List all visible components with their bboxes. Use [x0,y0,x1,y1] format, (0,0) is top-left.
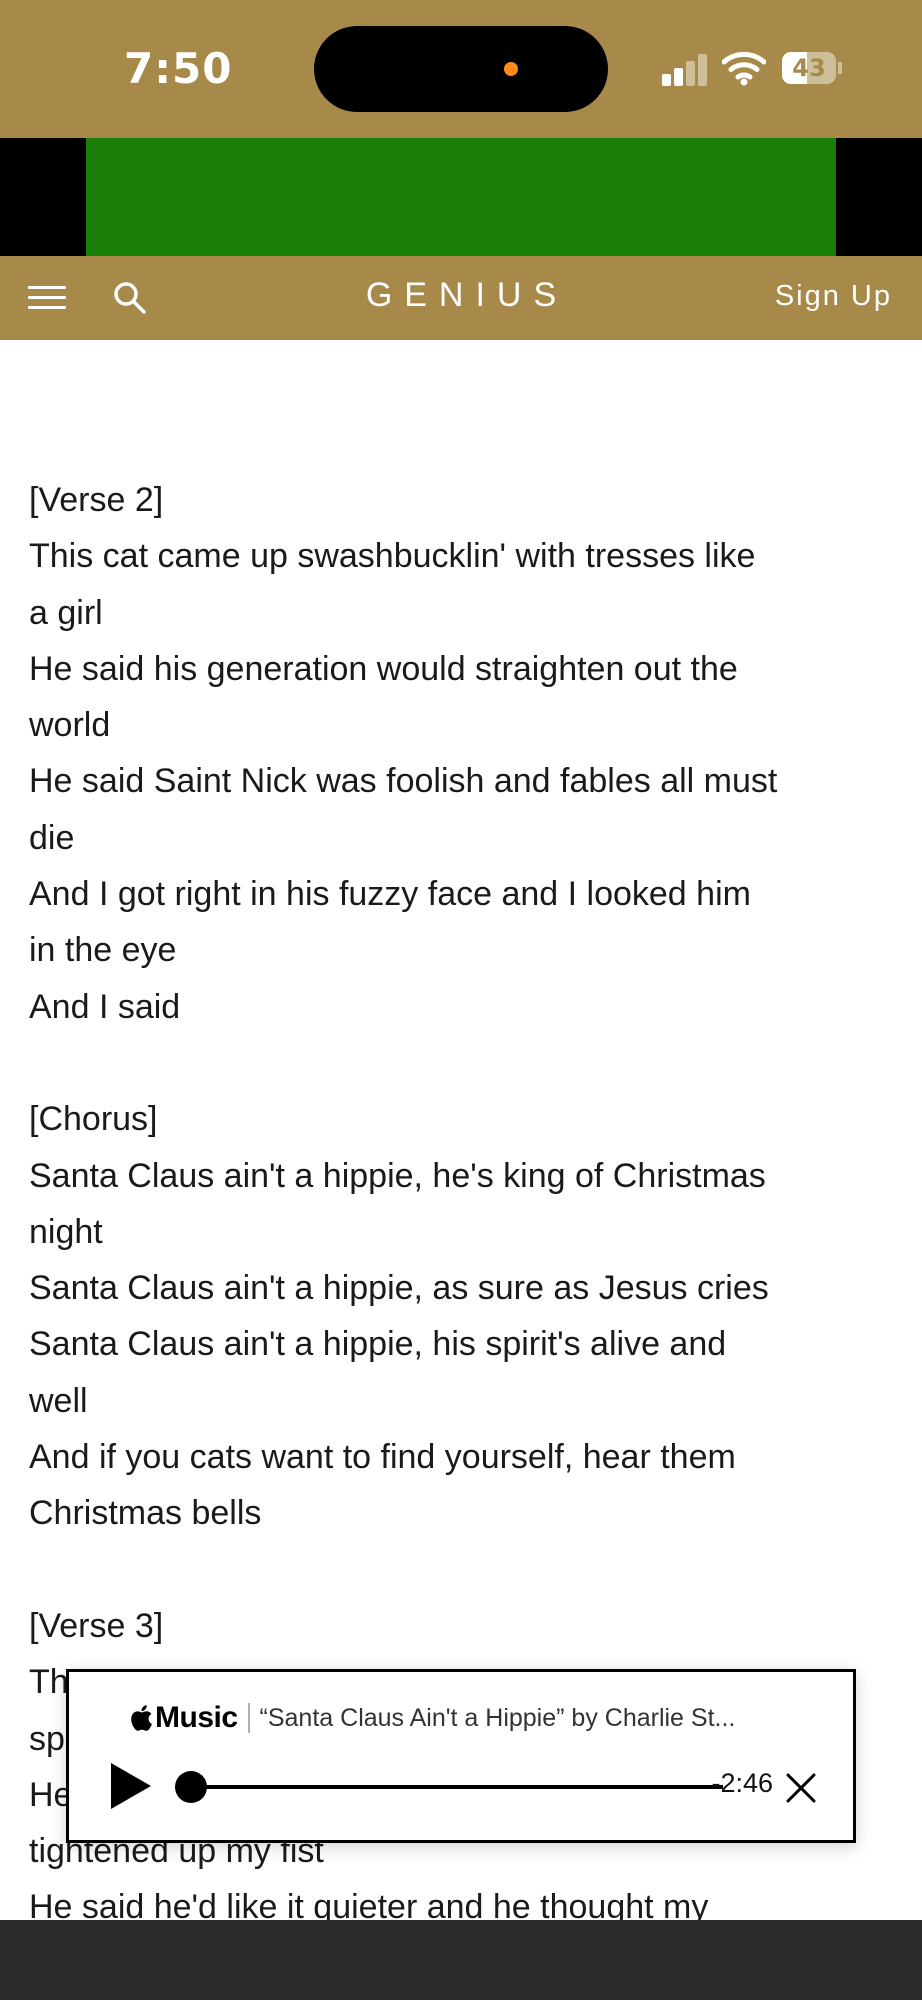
apple-icon [131,1705,152,1731]
lyric-line[interactable]: night [29,1204,869,1260]
time-remaining: -2:46 [711,1768,773,1798]
lyric-line[interactable]: a girl [29,585,869,641]
apple-music-player: Music “Santa Claus Ain't a Hippie” by Ch… [66,1669,856,1843]
track-title[interactable]: “Santa Claus Ain't a Hippie” by Charlie … [260,1704,736,1733]
stanza-gap [29,1035,869,1091]
lyric-line[interactable]: Santa Claus ain't a hippie, his spirit's… [29,1316,869,1372]
lyric-line[interactable]: He said his generation would straighten … [29,641,869,697]
status-time: 7:50 [124,44,233,93]
top-nav-bar: GENIUS Sign Up [0,256,922,340]
player-header: Music “Santa Claus Ain't a Hippie” by Ch… [129,1698,735,1738]
lyric-line[interactable]: Santa Claus ain't a hippie, he's king of… [29,1148,869,1204]
ad-content[interactable] [86,138,836,256]
sign-up-link[interactable]: Sign Up [775,280,892,313]
stanza-gap [29,1542,869,1598]
status-bar: 7:50 43 [0,0,922,138]
activity-indicator-dot [504,62,518,76]
lyric-line[interactable]: He said Saint Nick was foolish and fable… [29,753,869,809]
dynamic-island [314,26,608,112]
section-header: [Verse 3] [29,1606,164,1645]
bottom-toolbar [0,1920,922,2000]
music-brand: Music [155,1701,238,1734]
lyric-line[interactable]: well [29,1373,869,1429]
divider [247,1703,250,1733]
lyric-line[interactable]: in the eye [29,922,869,978]
progress-scrubber[interactable] [175,1771,207,1803]
play-icon[interactable] [107,1760,155,1812]
lyric-line[interactable]: Christmas bells [29,1485,869,1541]
battery-level: 43 [792,54,826,82]
lyric-line[interactable]: And I said [29,979,869,1035]
lyric-line[interactable]: This cat came up swashbucklin' with tres… [29,528,869,584]
lyric-line[interactable]: world [29,697,869,753]
lyric-line[interactable]: Santa Claus ain't a hippie, as sure as J… [29,1260,869,1316]
lyric-line[interactable]: die [29,810,869,866]
battery-icon: 43 [782,52,842,84]
close-icon[interactable] [785,1772,817,1804]
ad-banner[interactable] [0,138,922,256]
section-header: [Chorus] [29,1100,158,1139]
lyric-line[interactable]: And I got right in his fuzzy face and I … [29,866,869,922]
signal-icon [662,54,708,86]
lyric-line[interactable]: And if you cats want to find yourself, h… [29,1429,869,1485]
wifi-icon [722,51,766,86]
section-header: [Verse 2] [29,481,164,519]
progress-track[interactable] [179,1785,723,1789]
